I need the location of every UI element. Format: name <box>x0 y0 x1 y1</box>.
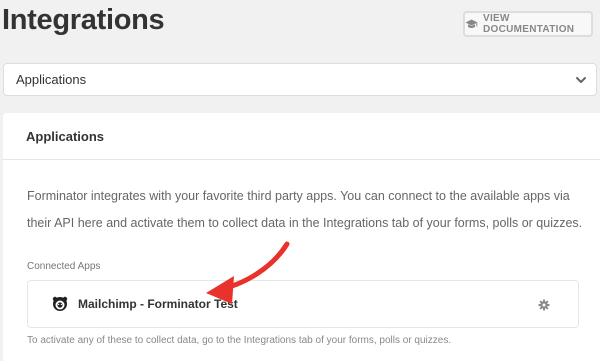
chevron-down-icon <box>574 73 588 90</box>
app-name: Mailchimp - Forminator Test <box>78 297 238 311</box>
view-documentation-label: VIEW DOCUMENTATION <box>483 13 575 35</box>
mailchimp-icon <box>51 295 69 313</box>
card-description: Forminator integrates with your favorite… <box>27 189 583 230</box>
card-title: Applications <box>3 113 600 160</box>
page-title: Integrations <box>2 4 165 36</box>
view-documentation-button[interactable]: VIEW DOCUMENTATION <box>463 11 593 37</box>
gear-icon[interactable] <box>538 298 550 316</box>
connected-apps-label: Connected Apps <box>27 261 101 272</box>
activation-hint: To activate any of these to collect data… <box>27 335 452 346</box>
graduation-cap-icon <box>465 19 478 30</box>
applications-card: Applications Forminator integrates with … <box>3 113 600 361</box>
connected-app-row[interactable]: Mailchimp - Forminator Test <box>27 280 579 328</box>
section-select[interactable]: Applications <box>3 63 597 96</box>
section-select-value: Applications <box>16 72 87 87</box>
